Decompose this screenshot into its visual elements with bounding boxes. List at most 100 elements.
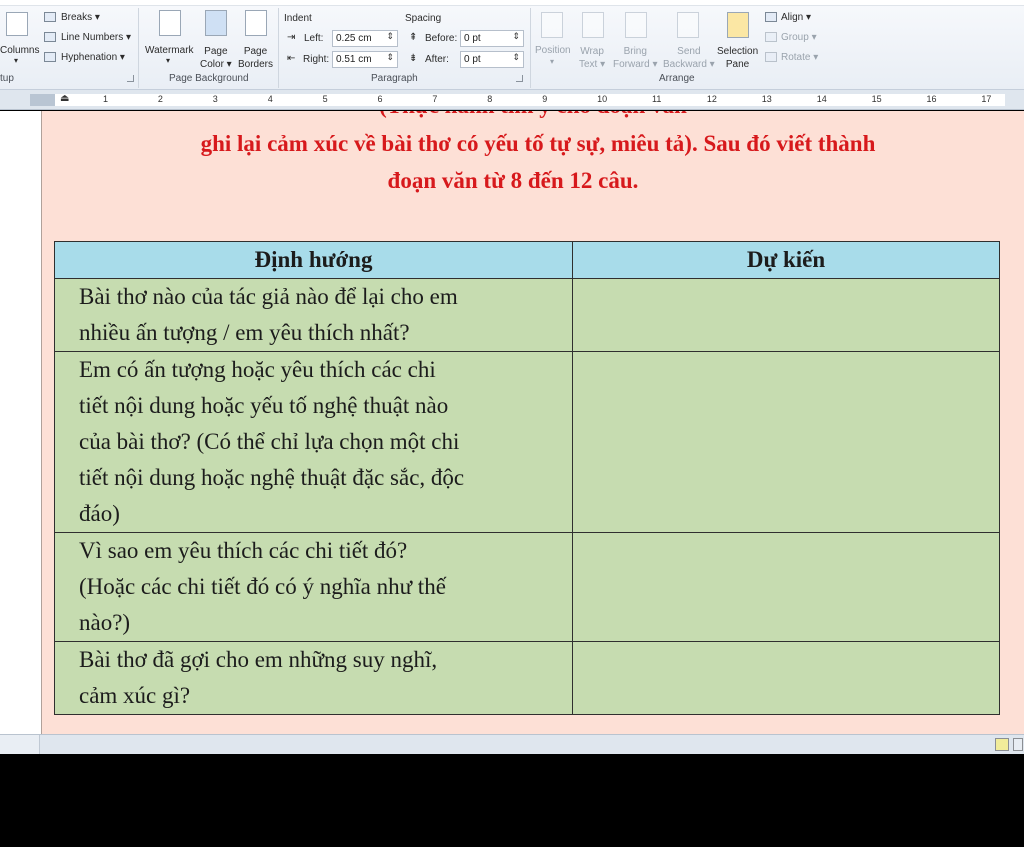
- ruler-tick-label: 5: [322, 94, 328, 104]
- line-numbers-icon: [44, 32, 56, 42]
- ruler-margin-left: [30, 94, 55, 106]
- send-backward-button: Send Backward ▾: [663, 46, 715, 70]
- spacing-after-value: 0 pt: [464, 54, 481, 65]
- hyphenation-icon: [44, 52, 56, 62]
- document-page[interactable]: (Thực hành tìm ý cho đoạn văn ghi lại cả…: [41, 111, 1024, 734]
- spacing-before-icon: ⇞: [409, 32, 418, 43]
- watermark-icon[interactable]: [159, 10, 181, 36]
- ruler-indent-marker-icon[interactable]: ⏏: [60, 93, 69, 104]
- ruler-tick-label: 6: [377, 94, 383, 104]
- question-text: Vì sao em yêu thích các chi tiết đó? (Ho…: [79, 538, 446, 635]
- ribbon: Columns ▾ Breaks ▾ Line Numbers ▾ Hyphen…: [0, 0, 1024, 90]
- arrange-group-label: Arrange: [659, 73, 695, 84]
- status-bar-left-segment: [0, 735, 40, 754]
- screen-black-area: [0, 755, 1024, 847]
- spacing-after-input[interactable]: 0 pt ⇕: [460, 51, 524, 68]
- page-borders-icon[interactable]: [245, 10, 267, 36]
- wrap-text-icon: [582, 12, 604, 38]
- ruler-tick-label: 7: [432, 94, 438, 104]
- wrap-text-button: Wrap Text ▾: [579, 46, 606, 70]
- spacing-before-input[interactable]: 0 pt ⇕: [460, 30, 524, 47]
- indent-right-spinner-icon[interactable]: ⇕: [386, 52, 394, 63]
- indent-left-input[interactable]: 0.25 cm ⇕: [332, 30, 398, 47]
- position-dropdown-arrow: ▾: [550, 57, 555, 66]
- indent-right-input[interactable]: 0.51 cm ⇕: [332, 51, 398, 68]
- ruler-tick-label: 3: [212, 94, 218, 104]
- page-setup-launcher-icon[interactable]: [127, 75, 134, 82]
- indent-right-value: 0.51 cm: [336, 54, 372, 65]
- table-row: Vì sao em yêu thích các chi tiết đó? (Ho…: [54, 532, 1000, 642]
- print-layout-view-icon[interactable]: [995, 738, 1009, 751]
- spacing-after-spinner-icon[interactable]: ⇕: [512, 52, 520, 63]
- columns-dropdown-arrow[interactable]: ▾: [14, 56, 18, 65]
- table-header-row: Định hướng Dự kiến: [54, 241, 1000, 279]
- table-cell-question[interactable]: Em có ấn tượng hoặc yêu thích các chi ti…: [54, 351, 573, 533]
- indent-left-spinner-icon[interactable]: ⇕: [386, 31, 394, 42]
- spacing-label: Spacing: [405, 13, 442, 24]
- spacing-after-icon: ⇟: [409, 53, 418, 64]
- hyphenation-button[interactable]: Hyphenation ▾: [61, 52, 125, 63]
- line-numbers-button[interactable]: Line Numbers ▾: [61, 32, 131, 43]
- question-text: Bài thơ đã gợi cho em những suy nghĩ, cả…: [79, 647, 438, 708]
- rotate-button: Rotate ▾: [781, 52, 819, 63]
- align-button[interactable]: Align ▾: [781, 12, 811, 23]
- breaks-button[interactable]: Breaks ▾: [61, 12, 100, 23]
- spacing-before-label: Before:: [425, 33, 458, 44]
- page-color-button[interactable]: Page Color ▾: [200, 45, 232, 71]
- columns-button[interactable]: Columns: [0, 45, 39, 56]
- ruler-tick-label: 13: [761, 94, 772, 104]
- bring-forward-icon: [625, 12, 647, 38]
- watermark-dropdown-arrow[interactable]: ▾: [166, 56, 170, 65]
- rotate-icon: [765, 52, 777, 62]
- watermark-button[interactable]: Watermark: [145, 45, 194, 56]
- ribbon-top-edge: [0, 0, 1024, 6]
- table-cell-answer[interactable]: [572, 641, 1000, 715]
- heading-line-partial: (Thực hành tìm ý cho đoạn văn: [42, 111, 1024, 119]
- ruler-tick-label: 14: [816, 94, 827, 104]
- selection-pane-icon[interactable]: [727, 12, 749, 38]
- selection-pane-button[interactable]: Selection Pane: [717, 45, 758, 71]
- separator: [278, 8, 279, 88]
- question-text: Em có ấn tượng hoặc yêu thích các chi ti…: [79, 357, 465, 526]
- table-row: Bài thơ nào của tác giả nào để lại cho e…: [54, 278, 1000, 352]
- paragraph-group-label: Paragraph: [371, 73, 418, 84]
- page-borders-button[interactable]: Page Borders: [238, 45, 273, 71]
- document-canvas: (Thực hành tìm ý cho đoạn văn ghi lại cả…: [0, 111, 1024, 734]
- page-color-icon[interactable]: [205, 10, 227, 36]
- table-header-orientation[interactable]: Định hướng: [54, 241, 573, 279]
- spacing-before-spinner-icon[interactable]: ⇕: [512, 31, 520, 42]
- table-cell-question[interactable]: Bài thơ đã gợi cho em những suy nghĩ, cả…: [54, 641, 573, 715]
- ruler-tick-label: 12: [706, 94, 717, 104]
- horizontal-ruler[interactable]: ⏏ 1 2 3 4 5 6 7 8 9 10 11 12 13 14 15 16 17: [0, 90, 1024, 110]
- table-cell-question[interactable]: Vì sao em yêu thích các chi tiết đó? (Ho…: [54, 532, 573, 642]
- full-screen-view-icon[interactable]: [1013, 738, 1023, 751]
- paragraph-launcher-icon[interactable]: [516, 75, 523, 82]
- spacing-before-value: 0 pt: [464, 33, 481, 44]
- status-bar: [0, 734, 1024, 754]
- question-text: Bài thơ nào của tác giả nào để lại cho e…: [79, 284, 458, 345]
- indent-left-value: 0.25 cm: [336, 33, 372, 44]
- ruler-tick-label: 8: [487, 94, 493, 104]
- indent-left-icon: ⇥: [287, 32, 296, 43]
- bring-forward-button: Bring Forward ▾: [613, 46, 658, 70]
- indent-label: Indent: [284, 13, 312, 24]
- ruler-tick-label: 9: [542, 94, 548, 104]
- table-cell-answer[interactable]: [572, 278, 1000, 352]
- table-cell-question[interactable]: Bài thơ nào của tác giả nào để lại cho e…: [54, 278, 573, 352]
- indent-right-icon: ⇤: [287, 53, 296, 64]
- ruler-tick-label: 17: [981, 94, 992, 104]
- columns-icon[interactable]: [6, 12, 28, 36]
- page-background-group-label: Page Background: [169, 73, 249, 84]
- separator: [138, 8, 139, 88]
- position-icon: [541, 12, 563, 38]
- ruler-tick-label: 10: [597, 94, 608, 104]
- table-cell-answer[interactable]: [572, 351, 1000, 533]
- ruler-text-area: [55, 94, 1005, 106]
- table-header-expected[interactable]: Dự kiến: [572, 241, 1000, 279]
- ruler-tick-label: 11: [652, 94, 662, 104]
- table-cell-answer[interactable]: [572, 532, 1000, 642]
- ruler-tick-label: 15: [871, 94, 882, 104]
- position-button: Position: [535, 45, 571, 56]
- align-icon: [765, 12, 777, 22]
- send-backward-icon: [677, 12, 699, 38]
